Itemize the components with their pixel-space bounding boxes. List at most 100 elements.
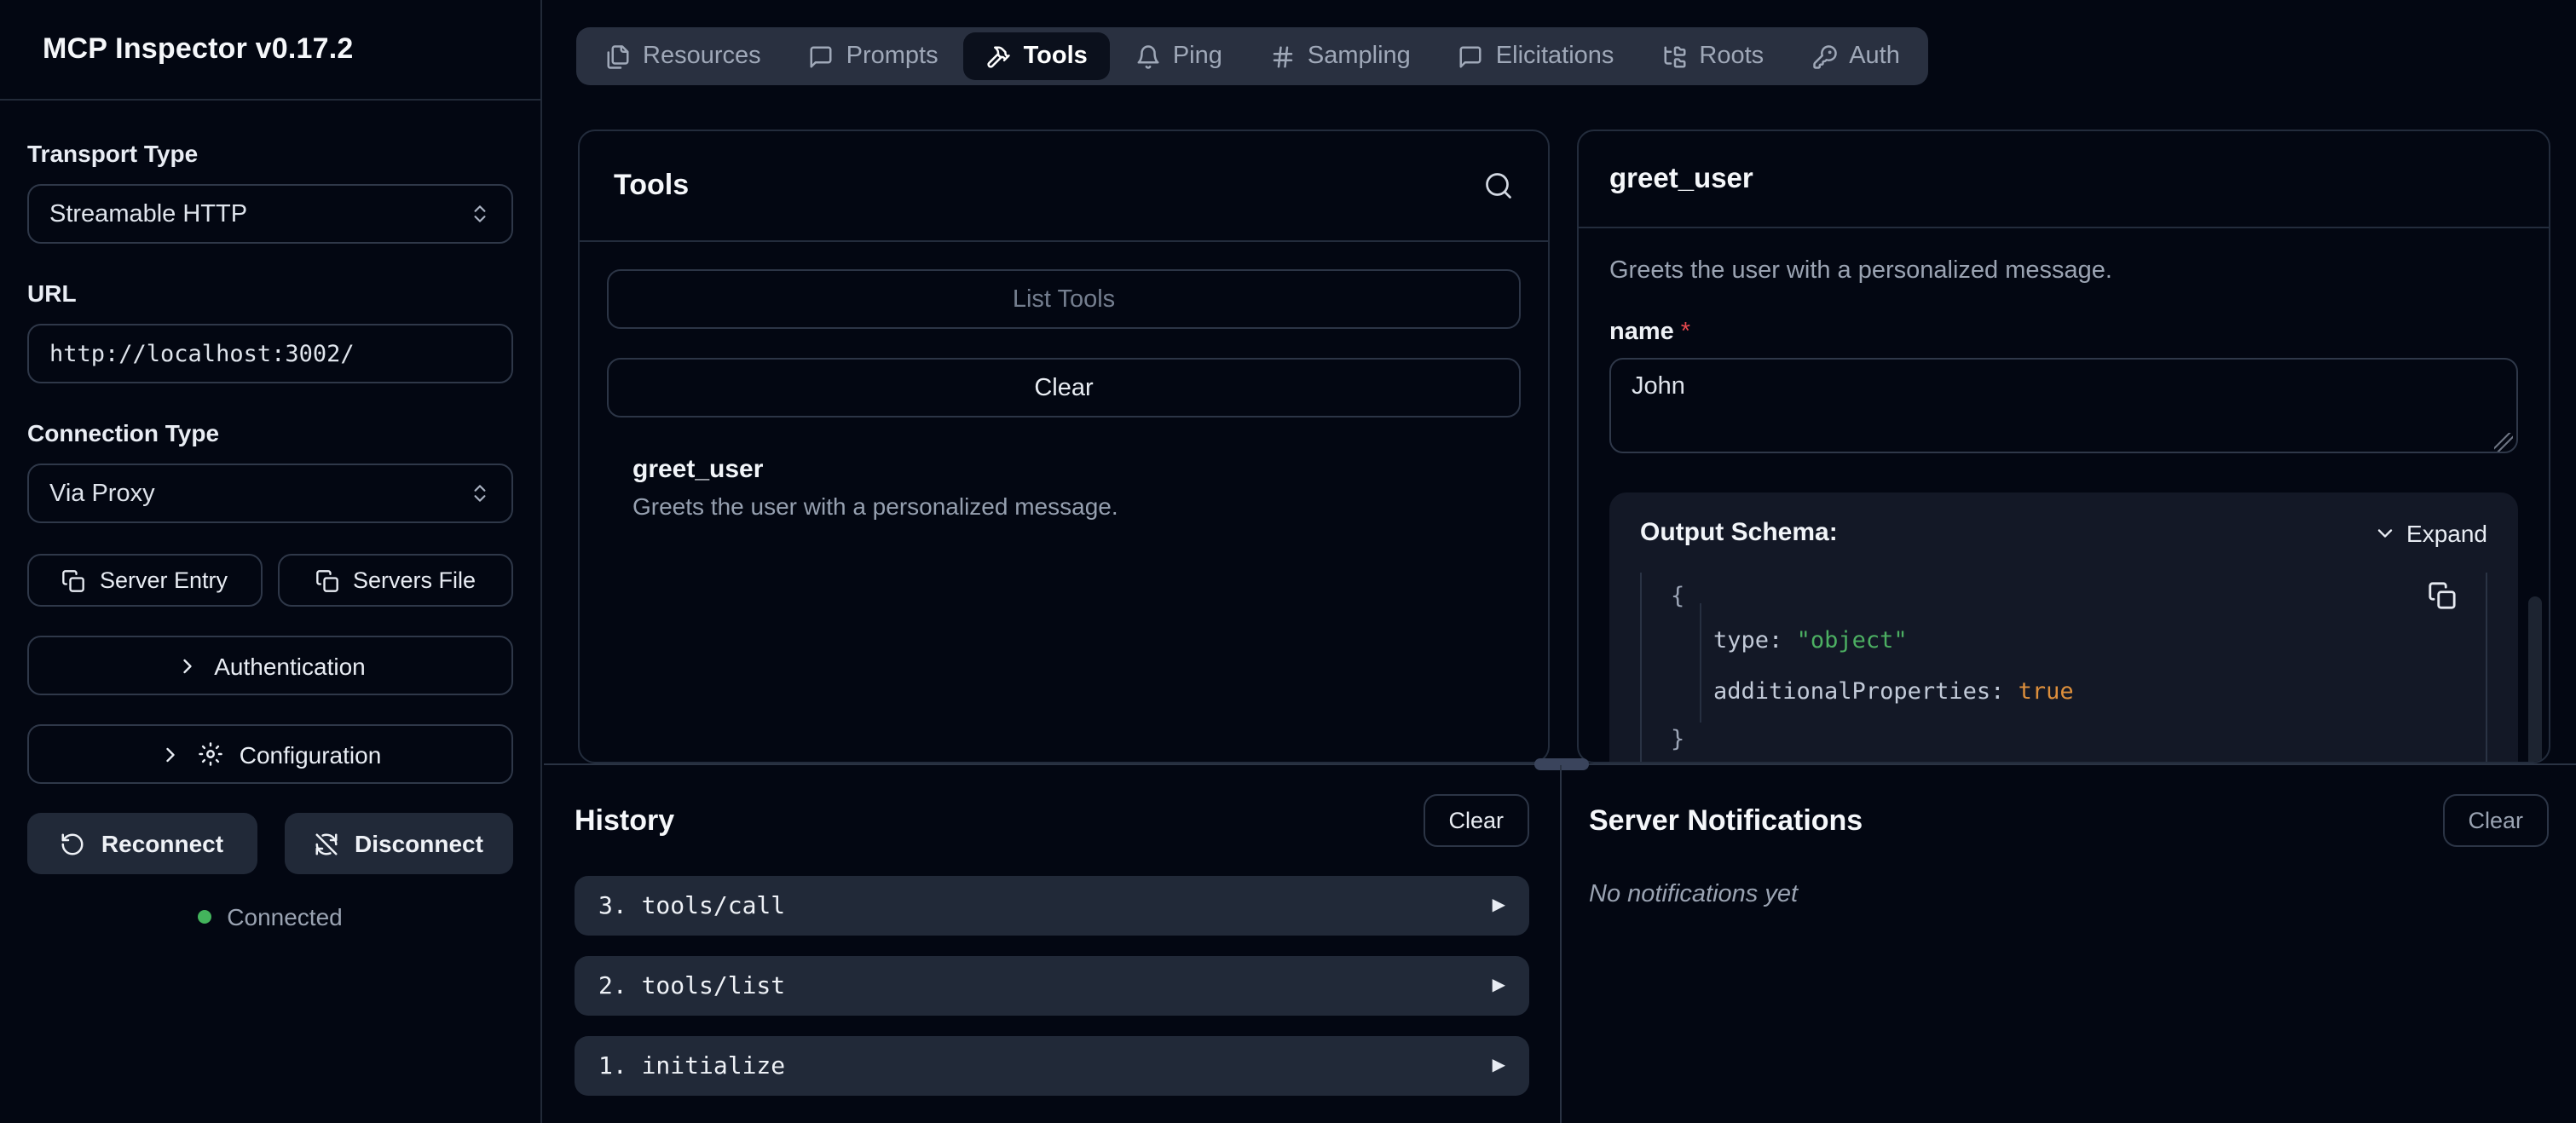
code-key: additionalProperties: [1713,678,2004,705]
gear-icon [199,741,224,767]
servers-file-button[interactable]: Servers File [278,554,513,607]
list-tools-button[interactable]: List Tools [607,269,1521,329]
authentication-button[interactable]: Authentication [27,636,513,695]
required-marker: * [1681,319,1690,346]
name-field-label-row: name * [1609,319,2518,346]
output-schema-header: Output Schema: Expand [1640,518,2487,547]
name-field-input[interactable]: John [1609,358,2518,453]
configuration-label: Configuration [240,740,382,768]
tab-label: Prompts [846,43,939,70]
tab-bar: Resources Prompts Tools Ping Sampling El… [576,27,1929,85]
history-clear-button[interactable]: Clear [1423,794,1529,847]
tab-label: Sampling [1308,43,1411,70]
key-icon [1811,43,1837,69]
folder-tree-icon [1661,43,1687,69]
tool-description: Greets the user with a personalized mess… [1609,257,2518,285]
history-list: 3. tools/call ▶ 2. tools/list ▶ 1. initi… [575,876,1529,1096]
tab-label: Tools [1024,43,1088,70]
tab-ping[interactable]: Ping [1113,32,1245,80]
history-item-label: 2. tools/list [598,972,785,999]
history-item[interactable]: 2. tools/list ▶ [575,956,1529,1016]
history-item[interactable]: 1. initialize ▶ [575,1036,1529,1096]
clear-tools-button[interactable]: Clear [607,358,1521,418]
detail-panel-header: greet_user [1579,131,2549,228]
servers-file-label: Servers File [353,567,476,593]
tab-auth[interactable]: Auth [1789,32,1922,80]
notifications-clear-button[interactable]: Clear [2442,794,2549,847]
chevron-right-icon [175,654,199,677]
server-entry-button[interactable]: Server Entry [27,554,263,607]
app-title: MCP Inspector v0.17.2 [43,32,354,66]
code-open-brace: { [1671,579,2486,613]
chevrons-up-down-icon [469,203,491,225]
reconnect-label: Reconnect [101,830,223,857]
authentication-label: Authentication [214,652,365,679]
notifications-empty-message: No notifications yet [1589,881,2549,908]
history-item-label: 1. initialize [598,1052,785,1080]
tools-panel-header: Tools [580,131,1548,242]
status-dot [198,910,211,924]
expand-label: Expand [2406,519,2487,546]
play-icon: ▶ [1493,977,1505,994]
detail-panel-scrollbar[interactable] [2528,596,2542,763]
transport-type-select[interactable]: Streamable HTTP [27,184,513,244]
tools-panel: Tools List Tools Clear greet_user Greets… [578,130,1550,763]
transport-type-value: Streamable HTTP [49,200,247,227]
url-input[interactable]: http://localhost:3002/ [27,324,513,383]
output-schema-card: Output Schema: Expand { type: "object" a… [1609,492,2518,763]
configuration-button[interactable]: Configuration [27,724,513,784]
code-close-brace: } [1671,723,2486,757]
history-panel: History Clear 3. tools/call ▶ 2. tools/l… [544,765,1562,1123]
tab-label: Auth [1849,43,1900,70]
play-icon: ▶ [1493,897,1505,914]
tool-detail-panel: greet_user Greets the user with a person… [1577,130,2550,763]
history-item[interactable]: 3. tools/call ▶ [575,876,1529,936]
copy-icon [315,568,339,592]
output-schema-title: Output Schema: [1640,518,1838,547]
tools-panel-body: List Tools Clear greet_user Greets the u… [580,242,1548,547]
entry-buttons-row: Server Entry Servers File [27,554,513,607]
schema-code-block: { type: "object" additionalProperties: t… [1640,573,2487,763]
connection-type-label: Connection Type [27,419,513,446]
tab-label: Ping [1173,43,1222,70]
notifications-header: Server Notifications Clear [1589,794,2549,847]
tools-panel-title: Tools [614,169,689,203]
tab-label: Resources [643,43,761,70]
connection-type-value: Via Proxy [49,480,155,507]
search-icon[interactable] [1483,170,1514,201]
indent-guide [1700,603,1701,723]
disconnect-label: Disconnect [355,830,483,857]
detail-panel-body: Greets the user with a personalized mess… [1579,228,2549,763]
tab-elicitations[interactable]: Elicitations [1436,32,1637,80]
sidebar-header: MCP Inspector v0.17.2 [0,0,540,101]
transport-type-label: Transport Type [27,140,513,167]
disconnect-button[interactable]: Disconnect [284,813,513,874]
tab-prompts[interactable]: Prompts [787,32,961,80]
connection-type-select[interactable]: Via Proxy [27,464,513,523]
tool-list-item[interactable]: greet_user Greets the user with a person… [607,455,1521,520]
tab-roots[interactable]: Roots [1639,32,1786,80]
chevron-right-icon [159,742,183,766]
app-root: MCP Inspector v0.17.2 Transport Type Str… [0,0,2576,1123]
code-line-additional: additionalProperties: true [1671,675,2486,709]
reconnect-button[interactable]: Reconnect [27,813,257,874]
copy-icon [62,568,86,592]
expand-button[interactable]: Expand [2372,519,2487,546]
history-item-label: 3. tools/call [598,892,785,919]
tab-resources[interactable]: Resources [583,32,783,80]
tool-item-name: greet_user [632,455,1521,484]
tab-label: Elicitations [1496,43,1614,70]
bell-icon [1135,43,1161,69]
tab-sampling[interactable]: Sampling [1248,32,1433,80]
chevrons-up-down-icon [469,482,491,504]
url-label: URL [27,279,513,307]
refresh-off-icon [314,831,339,856]
hammer-icon [986,43,1012,69]
play-icon: ▶ [1493,1057,1505,1074]
message-square-icon [809,43,835,69]
tab-tools[interactable]: Tools [964,32,1110,80]
files-icon [605,43,631,69]
tool-item-description: Greets the user with a personalized mess… [632,492,1521,520]
copy-icon[interactable] [2428,581,2457,610]
bottom-section: History Clear 3. tools/call ▶ 2. tools/l… [544,765,2576,1123]
